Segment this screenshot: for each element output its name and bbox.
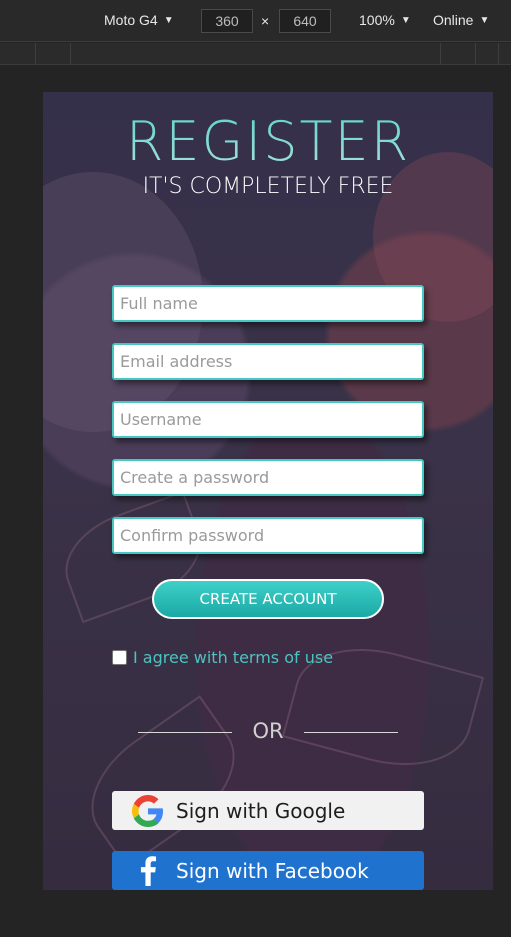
zoom-select[interactable]: 100% ▼	[359, 12, 411, 28]
terms-link[interactable]: I agree with terms of use	[133, 648, 333, 667]
password-field[interactable]	[112, 459, 424, 496]
email-field[interactable]	[112, 343, 424, 380]
caret-down-icon: ▼	[400, 14, 411, 26]
sign-with-facebook-button[interactable]: Sign with Facebook	[112, 851, 424, 890]
device-label: Moto G4	[104, 12, 158, 28]
device-viewport: REGISTER IT'S COMPLETELY FREE CREATE ACC…	[43, 92, 493, 890]
terms-agreement: I agree with terms of use	[112, 648, 333, 667]
full-name-field[interactable]	[112, 285, 424, 322]
width-input[interactable]: 360	[201, 9, 253, 33]
username-field[interactable]	[112, 401, 424, 438]
create-account-button[interactable]: CREATE ACCOUNT	[152, 579, 384, 619]
sign-with-google-button[interactable]: Sign with Google	[112, 791, 424, 830]
or-label: OR	[252, 719, 284, 743]
google-icon	[130, 793, 166, 829]
device-select[interactable]: Moto G4 ▼	[104, 12, 174, 28]
facebook-icon	[130, 853, 166, 889]
media-query-bar[interactable]	[0, 43, 511, 65]
confirm-password-field[interactable]	[112, 517, 424, 554]
caret-down-icon: ▼	[479, 14, 490, 26]
caret-down-icon: ▼	[163, 14, 174, 26]
height-input[interactable]: 640	[279, 9, 331, 33]
page-subtitle: IT'S COMPLETELY FREE	[142, 174, 394, 199]
divider	[304, 732, 398, 733]
network-select[interactable]: Online ▼	[433, 12, 489, 28]
google-button-label: Sign with Google	[176, 798, 346, 823]
zoom-label: 100%	[359, 12, 395, 28]
terms-checkbox[interactable]	[112, 650, 127, 665]
facebook-button-label: Sign with Facebook	[176, 858, 369, 883]
network-label: Online	[433, 12, 474, 28]
dimension-separator: ×	[261, 13, 270, 29]
devtools-toolbar: Moto G4 ▼ 360 × 640 100% ▼ Online ▼	[0, 0, 511, 42]
page-title: REGISTER	[43, 110, 493, 173]
